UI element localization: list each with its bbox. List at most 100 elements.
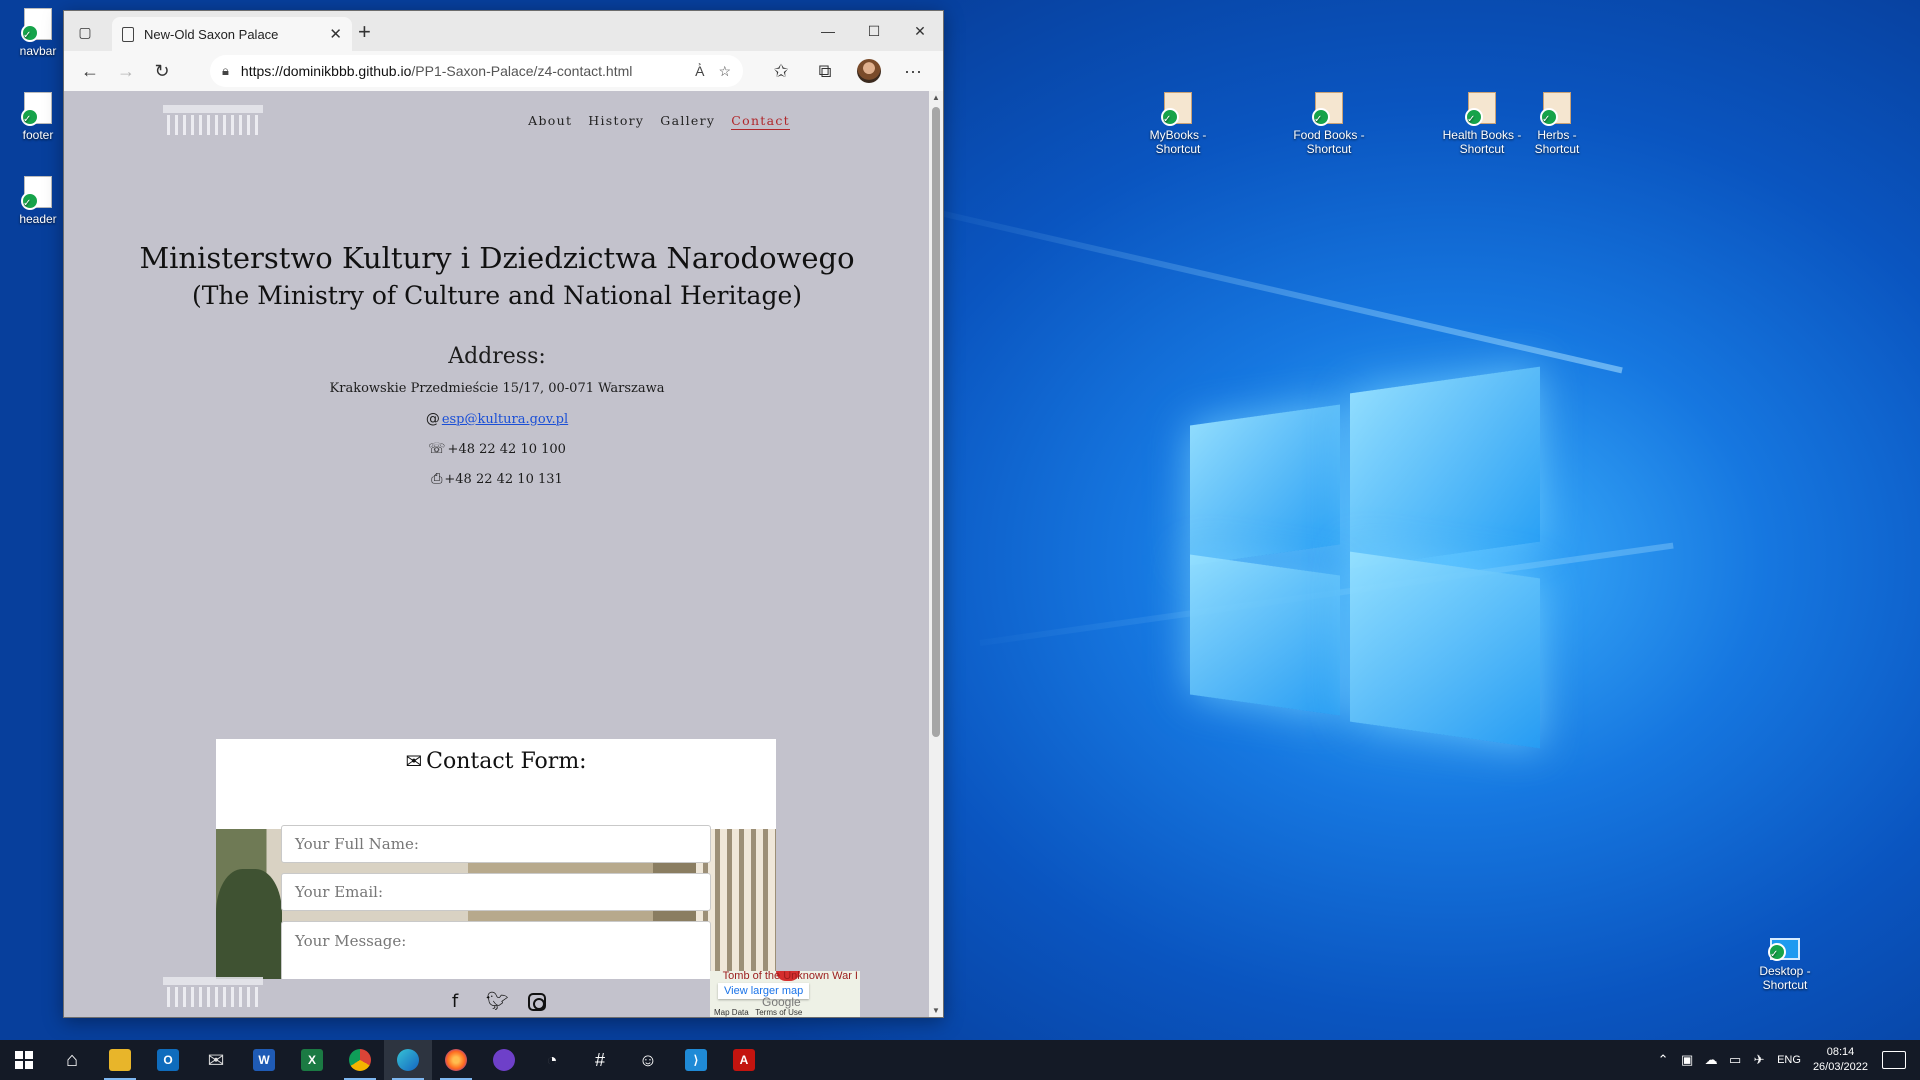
map-data-link[interactable]: Map Data xyxy=(714,1008,749,1017)
language-indicator[interactable]: ENG xyxy=(1777,1054,1801,1066)
chrome-icon[interactable] xyxy=(336,1040,384,1080)
scroll-up-icon[interactable]: ▲ xyxy=(929,93,943,102)
nav-gallery[interactable]: Gallery xyxy=(660,113,715,130)
scrollbar-thumb[interactable] xyxy=(932,107,940,737)
desktop-icon-label: header xyxy=(19,212,57,226)
forward-icon[interactable]: → xyxy=(108,55,144,87)
edge-icon[interactable] xyxy=(384,1040,432,1080)
file-explorer-icon[interactable] xyxy=(96,1040,144,1080)
book-icon xyxy=(1465,92,1496,127)
tab-strip: ▢ New-Old Saxon Palace ✕ + — ☐ ✕ xyxy=(64,11,943,51)
more-icon[interactable]: ··· xyxy=(891,55,935,87)
outlook-icon[interactable]: O xyxy=(144,1040,192,1080)
add-favorite-icon[interactable]: ☆ xyxy=(718,63,731,80)
address-bar[interactable]: 🔒︎ https://dominikbbb.github.io/PP1-Saxo… xyxy=(210,55,743,87)
page-scrollbar[interactable]: ▲ ▼ xyxy=(929,91,943,1017)
github-desktop-icon[interactable] xyxy=(480,1040,528,1080)
message-textarea[interactable]: Your Message: xyxy=(281,921,711,979)
email-input[interactable]: Your Email: xyxy=(281,873,711,911)
desktop-icon-label: navbar xyxy=(19,44,57,58)
nav-contact[interactable]: Contact xyxy=(731,113,790,130)
chevron-up-icon[interactable]: ⌃ xyxy=(1651,1052,1675,1068)
file-icon xyxy=(21,92,52,127)
windows-logo xyxy=(1190,366,1550,750)
footer-logo[interactable] xyxy=(159,971,269,1011)
wallpaper-light-beam xyxy=(939,210,1623,374)
new-tab-icon[interactable]: + xyxy=(358,21,371,43)
embedded-map[interactable]: Tomb of the Unknown War I View larger ma… xyxy=(710,971,860,1017)
file-icon xyxy=(21,176,52,211)
nav-history[interactable]: History xyxy=(588,113,644,130)
window-controls: — ☐ ✕ xyxy=(805,11,943,51)
mail-icon[interactable]: ✉ xyxy=(192,1040,240,1080)
tab-title: New-Old Saxon Palace xyxy=(144,26,279,42)
book-icon xyxy=(1540,92,1571,127)
desktop-icon-herbs[interactable]: Herbs - Shortcut xyxy=(1517,92,1597,156)
vscode-icon[interactable]: ⟩ xyxy=(672,1040,720,1080)
desktop-icon-health-books[interactable]: Health Books - Shortcut xyxy=(1442,92,1522,156)
map-terms-link[interactable]: Terms of Use xyxy=(755,1008,802,1017)
network-icon[interactable]: ✈ xyxy=(1747,1052,1771,1068)
excel-icon[interactable]: X xyxy=(288,1040,336,1080)
toolbar-right: ✩ ⧉ ··· xyxy=(759,55,935,87)
site-logo[interactable] xyxy=(159,99,269,139)
phone-number: +48 22 42 10 100 xyxy=(447,442,566,457)
map-footer: Map Data Terms of Use xyxy=(714,1008,802,1017)
system-tray: ⌃ ▣ ☁ ▭ ✈ ENG 08:14 26/03/2022 xyxy=(1651,1040,1920,1080)
refresh-icon[interactable]: ↻ xyxy=(144,55,180,87)
slack-icon[interactable]: # xyxy=(576,1040,624,1080)
battery-icon[interactable]: ▭ xyxy=(1723,1052,1747,1068)
fax-row: ⎙ +48 22 42 10 131 xyxy=(64,471,930,487)
desktop-icon-label: MyBooks - Shortcut xyxy=(1149,128,1207,156)
back-icon[interactable]: ← xyxy=(72,55,108,87)
address-heading: Address: xyxy=(448,344,546,369)
camera-icon[interactable]: ▣ xyxy=(1675,1052,1699,1068)
cloud-icon[interactable]: ☁ xyxy=(1699,1052,1723,1068)
read-aloud-icon[interactable]: A͐ xyxy=(695,63,704,79)
home-icon[interactable]: ⌂ xyxy=(48,1040,96,1080)
desktop-icon-label: footer xyxy=(22,128,54,142)
phone-row: ☏ +48 22 42 10 100 xyxy=(64,441,930,457)
clock[interactable]: 08:14 26/03/2022 xyxy=(1813,1045,1868,1075)
browser-tab[interactable]: New-Old Saxon Palace ✕ xyxy=(112,17,352,51)
google-logo: Google xyxy=(762,995,801,1009)
word-icon[interactable]: W xyxy=(240,1040,288,1080)
desktop-icon xyxy=(1768,938,1800,962)
full-name-input[interactable]: Your Full Name: xyxy=(281,825,711,863)
nav-about[interactable]: About xyxy=(528,113,572,130)
minimize-icon[interactable]: — xyxy=(805,11,851,51)
desktop-icon-mybooks[interactable]: MyBooks - Shortcut xyxy=(1138,92,1218,156)
emoji-app-icon[interactable]: ☺ xyxy=(624,1040,672,1080)
facebook-icon[interactable]: f xyxy=(444,991,466,1012)
url-path: /PP1-Saxon-Palace/z4-contact.html xyxy=(411,63,633,79)
favorites-icon[interactable]: ✩ xyxy=(759,55,803,87)
email-link[interactable]: esp@kultura.gov.pl xyxy=(442,412,568,427)
profile-icon[interactable] xyxy=(847,55,891,87)
collections-icon[interactable]: ⧉ xyxy=(803,55,847,87)
browser-window: ▢ New-Old Saxon Palace ✕ + — ☐ ✕ ← → ↻ 🔒… xyxy=(63,10,944,1018)
firefox-icon[interactable] xyxy=(432,1040,480,1080)
page-subtitle: (The Ministry of Culture and National He… xyxy=(192,281,802,310)
maximize-icon[interactable]: ☐ xyxy=(851,11,897,51)
twitter-icon[interactable]: 🐦︎ xyxy=(486,991,509,1012)
desktop-icon-label: Food Books - Shortcut xyxy=(1293,128,1365,156)
desktop-icon-food-books[interactable]: Food Books - Shortcut xyxy=(1289,92,1369,156)
url-text[interactable]: https://dominikbbb.github.io/PP1-Saxon-P… xyxy=(241,63,681,79)
speedometer-icon[interactable]: ◔ xyxy=(528,1040,576,1080)
desktop-icon-desktop-shortcut[interactable]: Desktop - Shortcut xyxy=(1745,930,1825,992)
clock-date: 26/03/2022 xyxy=(1812,1061,1868,1073)
social-links: f 🐦︎ xyxy=(444,991,546,1012)
desktop-icon-label: Desktop - Shortcut xyxy=(1759,964,1811,992)
acrobat-icon[interactable]: A xyxy=(720,1040,768,1080)
instagram-icon[interactable] xyxy=(528,993,546,1011)
lock-icon[interactable]: 🔒︎ xyxy=(222,63,229,79)
close-tab-icon[interactable]: ✕ xyxy=(329,25,342,43)
notification-icon[interactable] xyxy=(1882,1051,1906,1069)
tab-actions-icon[interactable]: ▢ xyxy=(74,21,96,43)
scroll-down-icon[interactable]: ▼ xyxy=(929,1006,943,1015)
desktop-icon-label: Health Books - Shortcut xyxy=(1442,128,1522,156)
windows-start-icon[interactable] xyxy=(0,1040,48,1080)
taskbar: ⌂ O ✉ W X ◔ # ☺ ⟩ A ⌃ ▣ ☁ ▭ ✈ ENG 08:14 … xyxy=(0,1040,1920,1080)
book-icon xyxy=(1312,92,1343,127)
close-window-icon[interactable]: ✕ xyxy=(897,11,943,51)
